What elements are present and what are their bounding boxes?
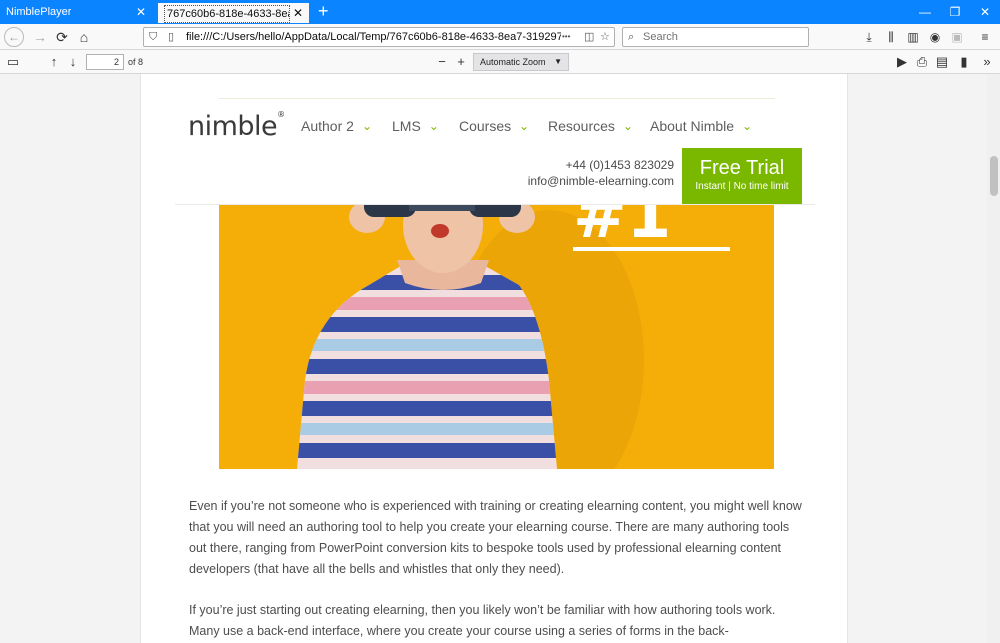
page-actions-icon[interactable]: ••• xyxy=(562,28,570,46)
zoom-value: Automatic Zoom xyxy=(480,57,546,67)
cta-subtitle: Instant | No time limit xyxy=(695,181,789,192)
chevron-down-icon: ⌄ xyxy=(361,119,372,133)
previous-page-icon[interactable]: ↑ xyxy=(45,53,63,71)
print-icon[interactable]: ⎙ xyxy=(913,53,931,71)
account-icon[interactable]: ◉ xyxy=(926,28,944,46)
tab-strip: NimblePlayer ✕ 767c60b6-818e-4633-8ea7-3… xyxy=(0,0,1000,24)
chevron-down-icon: ▼ xyxy=(554,57,562,66)
page-count: of 8 xyxy=(128,57,144,67)
page-icon: ▯ xyxy=(168,31,175,43)
search-placeholder: Search xyxy=(643,31,678,43)
shield-icon[interactable]: ⛉ xyxy=(149,28,157,46)
back-icon[interactable]: ← xyxy=(4,27,24,47)
email-link[interactable]: info@nimble-elearning.com xyxy=(528,174,674,188)
menu-icon[interactable]: ≡ xyxy=(976,28,994,46)
navigation-bar: ← → ⟳ ⌂ ⛉ ▯ file:///C:/Users/hello/AppDa… xyxy=(0,24,1000,50)
bookmark-icon[interactable]: ▮ xyxy=(955,53,973,71)
chevron-down-icon: ⌄ xyxy=(428,119,439,133)
divider xyxy=(219,98,775,99)
pdf-viewer: nimble® Author 2 ⌄ LMS ⌄ Courses ⌄ Resource… xyxy=(0,74,1000,643)
search-input[interactable]: ⌕ Search xyxy=(622,27,809,47)
address-bar[interactable]: ⛉ ▯ file:///C:/Users/hello/AppData/Local… xyxy=(143,27,615,47)
presentation-icon[interactable]: ▶ xyxy=(893,53,911,71)
search-icon: ⌕ xyxy=(628,31,635,43)
nimble-logo[interactable]: nimble® xyxy=(188,110,285,142)
extension-icon[interactable]: ▣ xyxy=(948,28,966,46)
hero-image: #1 xyxy=(219,205,774,469)
sidebar-icon[interactable]: ▥ xyxy=(904,28,922,46)
close-icon[interactable]: ✕ xyxy=(293,3,303,23)
menu-label: Courses xyxy=(459,118,512,134)
zoom-select[interactable]: Automatic Zoom ▼ xyxy=(473,53,569,71)
scrollbar-thumb[interactable] xyxy=(990,156,998,196)
pdf-toolbar: ▭ ↑ ↓ 2 of 8 − + Automatic Zoom ▼ ▶ ⎙ ▤ … xyxy=(0,50,1000,74)
library-icon[interactable]: ⫼ xyxy=(882,28,900,46)
menu-label: About Nimble xyxy=(650,118,735,134)
reload-icon[interactable]: ⟳ xyxy=(52,27,72,47)
phone-number[interactable]: +44 (0)1453 823029 xyxy=(566,158,674,172)
pocket-icon[interactable]: ◫ xyxy=(584,28,594,46)
menu-courses[interactable]: Courses ⌄ xyxy=(459,118,529,134)
open-file-icon[interactable]: ▤ xyxy=(933,53,951,71)
menu-lms[interactable]: LMS ⌄ xyxy=(392,118,439,134)
zoom-in-icon[interactable]: + xyxy=(452,53,470,71)
tab-title: NimblePlayer xyxy=(6,6,72,18)
restore-icon[interactable]: ❐ xyxy=(940,0,970,24)
zoom-out-icon[interactable]: − xyxy=(433,53,451,71)
tab-title: 767c60b6-818e-4633-8ea7-3192977c1839 xyxy=(164,5,290,23)
download-icon[interactable]: ⤓ xyxy=(860,28,878,46)
pdf-page: nimble® Author 2 ⌄ LMS ⌄ Courses ⌄ Resource… xyxy=(140,74,848,643)
new-tab-icon[interactable]: + xyxy=(318,2,329,20)
url-text: file:///C:/Users/hello/AppData/Local/Tem… xyxy=(186,31,561,43)
hash-graphic: #1 xyxy=(573,205,672,253)
free-trial-button[interactable]: Free Trial Instant | No time limit xyxy=(682,148,802,204)
cta-title: Free Trial xyxy=(699,157,785,179)
menu-author[interactable]: Author 2 ⌄ xyxy=(301,118,372,134)
body-paragraph: If you’re just starting out creating ele… xyxy=(189,603,776,638)
menu-label: Author 2 xyxy=(301,118,354,134)
minimize-icon[interactable]: — xyxy=(910,0,940,24)
bookmark-star-icon[interactable]: ☆ xyxy=(600,28,610,46)
home-icon[interactable]: ⌂ xyxy=(74,27,94,47)
chevron-down-icon: ⌄ xyxy=(742,119,753,133)
chevron-down-icon: ⌄ xyxy=(519,119,530,133)
menu-about[interactable]: About Nimble ⌄ xyxy=(650,118,752,134)
sidebar-toggle-icon[interactable]: ▭ xyxy=(4,53,22,71)
underline-graphic xyxy=(573,247,730,251)
forward-icon[interactable]: → xyxy=(30,27,50,47)
menu-label: Resources xyxy=(548,118,615,134)
woman-binoculars-illustration xyxy=(297,205,644,469)
registered-mark: ® xyxy=(277,110,285,119)
page-number-input[interactable]: 2 xyxy=(86,54,124,70)
close-icon[interactable]: ✕ xyxy=(136,2,146,22)
menu-label: LMS xyxy=(392,118,421,134)
next-page-icon[interactable]: ↓ xyxy=(64,53,82,71)
body-paragraph: Even if you’re not someone who is experi… xyxy=(189,499,802,576)
window-close-icon[interactable]: ✕ xyxy=(970,0,1000,24)
menu-resources[interactable]: Resources ⌄ xyxy=(548,118,633,134)
tools-icon[interactable]: » xyxy=(978,53,996,71)
tab-pdf[interactable]: 767c60b6-818e-4633-8ea7-3192977c1839 ✕ xyxy=(157,1,310,24)
chevron-down-icon: ⌄ xyxy=(622,119,633,133)
logo-text: nimble xyxy=(188,111,278,142)
tab-nimbleplayer[interactable]: NimblePlayer ✕ xyxy=(0,2,152,24)
